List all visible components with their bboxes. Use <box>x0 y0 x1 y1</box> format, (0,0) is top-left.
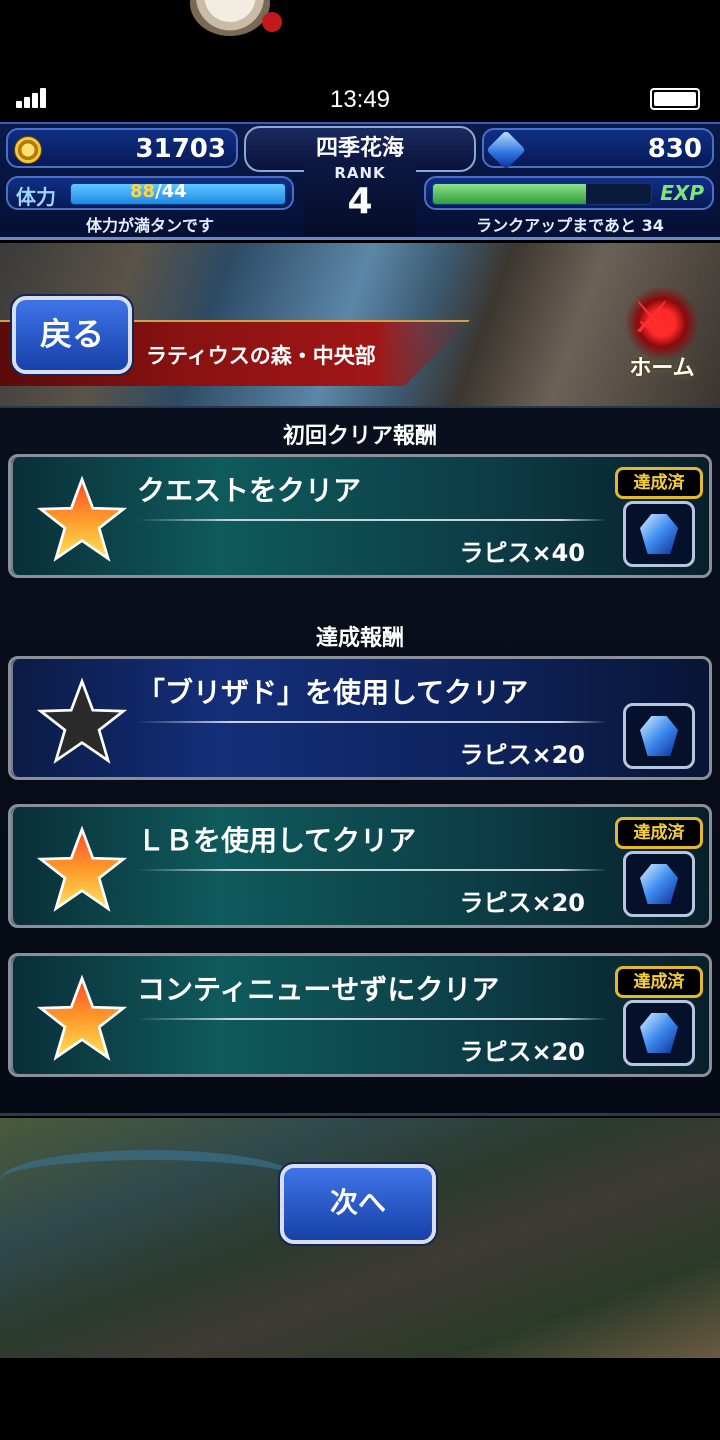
quest-title: ラティウスの森・中央部 <box>146 344 376 368</box>
avatar <box>190 0 270 36</box>
exp-bar-fill <box>433 184 586 204</box>
completed-badge: 達成済 <box>615 817 703 849</box>
stamina-label: 体力 <box>16 185 56 209</box>
star-icon <box>37 475 127 562</box>
reward-amount: ラピス×20 <box>459 889 585 917</box>
rewards-panel: 初回クリア報酬 クエストをクリア ラピス×40 達成済 達成報酬 「ブリザド」を… <box>0 406 720 1116</box>
reward-card-first-clear: クエストをクリア ラピス×40 達成済 <box>8 454 712 578</box>
stamina-text: 88/44 <box>130 181 187 202</box>
lapis-reward-icon <box>623 703 695 769</box>
reward-card-mission-1: 「ブリザド」を使用してクリア ラピス×20 <box>8 656 712 780</box>
star-empty-icon <box>37 677 127 764</box>
star-icon <box>37 974 127 1061</box>
stamina-status: 体力が満タンです <box>85 216 214 235</box>
notification-dot <box>262 12 282 32</box>
back-button[interactable]: 戻る <box>12 296 132 374</box>
star-icon <box>37 825 127 912</box>
reward-card-mission-3: コンティニューせずにクリア ラピス×20 達成済 <box>8 953 712 1077</box>
exp-bar <box>432 183 652 205</box>
battery-icon <box>650 88 700 110</box>
reward-condition: コンティニューせずにクリア <box>137 973 500 1006</box>
home-swords-icon: ⚔ <box>632 292 672 343</box>
missions-title: 達成報酬 <box>315 626 404 651</box>
stamina-current: 88 <box>130 181 156 202</box>
stamina-max: /44 <box>155 181 187 202</box>
gil-coin-icon <box>14 136 42 164</box>
home-button[interactable]: ⚔ ホーム <box>608 288 716 384</box>
completed-badge: 達成済 <box>615 966 703 998</box>
exp-status: ランクアップまであと 34 <box>476 216 664 235</box>
status-bar: 13:49 <box>0 82 720 118</box>
rank-label: RANK <box>334 164 386 182</box>
reward-card-mission-2: ＬＢを使用してクリア ラピス×20 達成済 <box>8 804 712 928</box>
exp-label: EXP <box>660 181 704 205</box>
gil-value: 31703 <box>135 134 226 164</box>
next-button[interactable]: 次へ <box>280 1164 436 1244</box>
reward-amount: ラピス×40 <box>459 539 585 567</box>
clock: 13:49 <box>329 86 391 113</box>
reward-condition: クエストをクリア <box>137 474 362 507</box>
rank-display: RANK 4 <box>304 164 416 236</box>
home-label: ホーム <box>629 356 695 381</box>
lapis-reward-icon <box>623 851 695 917</box>
reward-condition: 「ブリザド」を使用してクリア <box>137 676 529 709</box>
lapis-gem-icon <box>486 130 526 170</box>
reward-amount: ラピス×20 <box>459 741 585 769</box>
map-river <box>0 1150 300 1210</box>
reward-amount: ラピス×20 <box>459 1038 585 1066</box>
first-clear-title: 初回クリア報酬 <box>282 424 437 449</box>
lapis-reward-icon <box>623 1000 695 1066</box>
player-hud: 31703 四季花海 830 RANK 4 体力 88/44 EXP 体力が満タ… <box>0 122 720 240</box>
lapis-counter[interactable]: 830 <box>482 128 714 170</box>
completed-badge: 達成済 <box>615 467 703 499</box>
exp-gauge: EXP <box>424 176 714 210</box>
lapis-reward-icon <box>623 501 695 567</box>
gil-counter: 31703 <box>6 128 238 168</box>
lapis-value: 830 <box>647 134 702 164</box>
rank-value: 4 <box>347 181 373 222</box>
stamina-gauge[interactable]: 体力 88/44 <box>6 176 294 210</box>
reward-condition: ＬＢを使用してクリア <box>137 824 417 857</box>
